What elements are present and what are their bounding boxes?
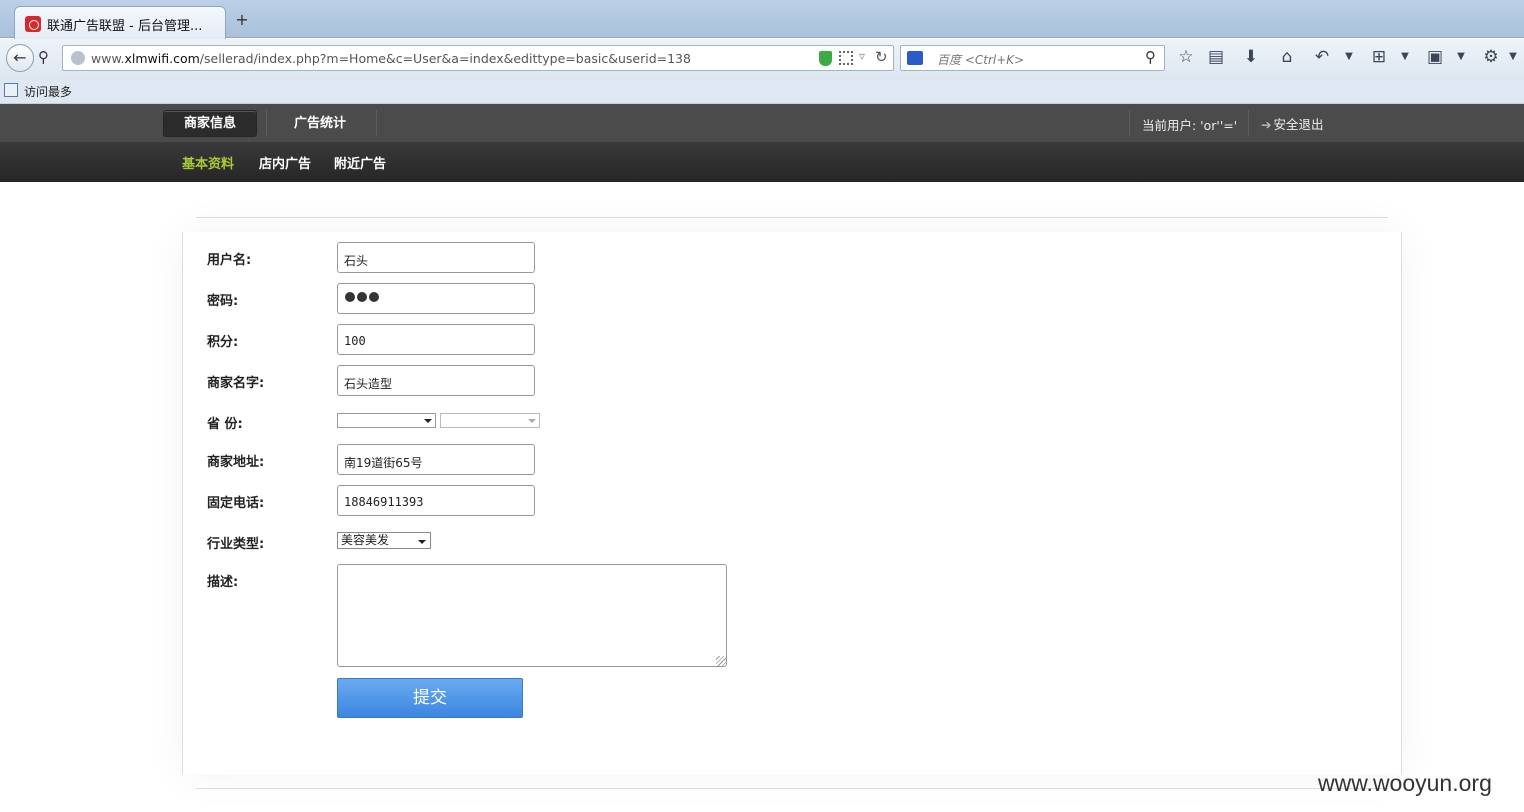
reload-icon[interactable]: ↻ [875, 48, 888, 66]
back-button[interactable]: ← [6, 44, 34, 72]
city-select[interactable] [440, 413, 540, 428]
industry-select[interactable]: 美容美发 [337, 532, 431, 549]
undo-icon[interactable]: ↶ [1311, 47, 1333, 67]
site-top-nav: 商家信息 广告统计 当前用户: 'or''=' ➔ 安全退出 [0, 104, 1524, 142]
bookmark-star-icon[interactable]: ☆ [1175, 47, 1197, 67]
site-favicon-icon [25, 16, 41, 32]
back-arrow-icon: ← [13, 48, 27, 67]
extension-icon[interactable]: ⚙ [1480, 47, 1502, 67]
baidu-paw-icon[interactable] [907, 51, 923, 65]
logout-label: 安全退出 [1273, 117, 1324, 132]
subnav-nearby-ads[interactable]: 附近广告 [334, 153, 386, 172]
globe-icon [71, 51, 85, 65]
nav-divider [1129, 110, 1130, 136]
industry-selected-value: 美容美发 [341, 533, 390, 547]
points-field[interactable]: 100 [337, 324, 535, 355]
submit-button[interactable]: 提交 [337, 678, 523, 718]
crop-icon[interactable]: ⊞ [1368, 47, 1390, 67]
nav-divider [1248, 110, 1249, 136]
site-sub-nav: 基本资料 店内广告 附近广告 [0, 142, 1524, 182]
extension-menu-arrow-icon[interactable]: ▼ [1502, 51, 1524, 62]
new-tab-button[interactable]: + [234, 12, 250, 28]
chevron-down-icon [528, 419, 536, 423]
shield-icon[interactable] [819, 51, 832, 66]
url-text: www.xlmwifi.com/sellerad/index.php?m=Hom… [91, 51, 691, 66]
logout-arrow-icon: ➔ [1261, 117, 1272, 132]
shop-name-label: 商家名字: [207, 376, 265, 391]
dropdown-arrow-icon[interactable]: ▿ [859, 49, 865, 63]
bookmarks-toolbar: 访问最多 [0, 79, 1524, 104]
content-divider-top [196, 217, 1388, 218]
browser-navigation-bar: ← ⚲ www.xlmwifi.com/sellerad/index.php?m… [0, 39, 1524, 79]
content-divider-bottom [196, 788, 1388, 789]
phone-field[interactable]: 18846911393 [337, 485, 535, 516]
search-placeholder: 百度 <Ctrl+K> [937, 53, 1025, 67]
username-field[interactable]: 石头 [337, 242, 535, 273]
window-menu-arrow-icon[interactable]: ▼ [1450, 51, 1472, 62]
password-field[interactable] [337, 283, 535, 314]
key-icon[interactable]: ⚲ [38, 48, 49, 66]
bookmark-most-visited[interactable]: 访问最多 [24, 83, 72, 100]
bookmark-folder-icon[interactable] [4, 83, 18, 97]
browser-tab-bar: 联通广告联盟 - 后台管理... + [0, 0, 1524, 39]
points-label: 积分: [207, 335, 239, 350]
resize-grip-icon[interactable] [716, 656, 726, 666]
industry-label: 行业类型: [207, 537, 265, 552]
undo-menu-arrow-icon[interactable]: ▼ [1338, 51, 1360, 62]
browser-tab[interactable]: 联通广告联盟 - 后台管理... [14, 6, 226, 39]
chevron-down-icon [418, 540, 426, 544]
address-field[interactable]: 南19道街65号 [337, 444, 535, 475]
watermark: www.wooyun.org [1318, 770, 1492, 796]
qr-code-icon[interactable] [839, 51, 853, 65]
nav-divider [266, 110, 267, 136]
description-label: 描述: [207, 575, 239, 590]
province-label: 省 份: [207, 417, 243, 432]
window-icon[interactable]: ▣ [1424, 47, 1446, 67]
password-label: 密码: [207, 294, 239, 309]
chevron-down-icon [424, 419, 432, 423]
tab-title: 联通广告联盟 - 后台管理... [47, 19, 203, 34]
tab-ad-statistics[interactable]: 广告统计 [280, 110, 360, 137]
search-box[interactable]: 百度 <Ctrl+K> ⚲ [900, 45, 1165, 71]
password-mask [345, 292, 379, 302]
description-textarea[interactable] [337, 564, 727, 667]
logout-link[interactable]: ➔ 安全退出 [1261, 114, 1324, 133]
username-label: 用户名: [207, 253, 252, 268]
phone-label: 固定电话: [207, 496, 265, 511]
address-bar[interactable]: www.xlmwifi.com/sellerad/index.php?m=Hom… [62, 45, 894, 71]
subnav-in-store-ads[interactable]: 店内广告 [259, 153, 311, 172]
crop-menu-arrow-icon[interactable]: ▼ [1394, 51, 1416, 62]
nav-divider [376, 110, 377, 136]
subnav-basic-info[interactable]: 基本资料 [182, 153, 234, 172]
magnifier-icon[interactable]: ⚲ [1145, 48, 1156, 66]
bookmarks-list-icon[interactable]: ▤ [1205, 47, 1227, 67]
download-icon[interactable]: ⬇ [1240, 47, 1262, 67]
shop-name-field[interactable]: 石头造型 [337, 365, 535, 396]
address-label: 商家地址: [207, 455, 265, 470]
current-user-label: 当前用户: 'or''=' [1142, 118, 1238, 133]
home-icon[interactable]: ⌂ [1276, 47, 1298, 67]
tab-merchant-info[interactable]: 商家信息 [163, 110, 257, 137]
province-select[interactable] [337, 413, 436, 428]
